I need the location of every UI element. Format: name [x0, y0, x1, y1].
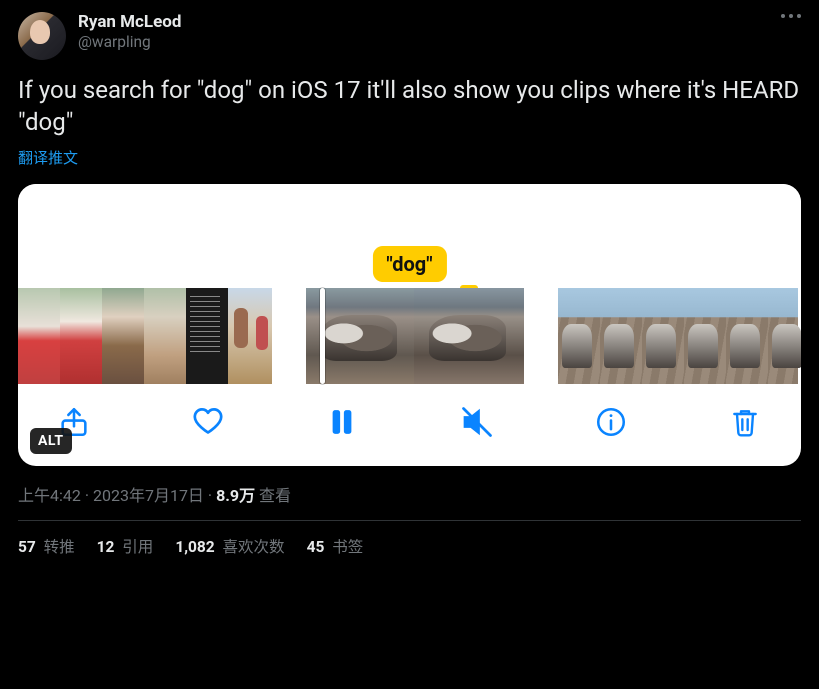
stat-likes[interactable]: 1,082 喜欢次数: [175, 535, 284, 557]
more-icon[interactable]: [781, 14, 801, 18]
translate-link[interactable]: 翻译推文: [18, 147, 801, 168]
views-label: 查看: [255, 486, 291, 505]
alt-badge[interactable]: ALT: [30, 428, 72, 454]
avatar[interactable]: [18, 12, 66, 60]
meta-time[interactable]: 上午4:42: [18, 486, 81, 505]
stat-quotes[interactable]: 12 引用: [97, 535, 154, 557]
tweet-text: If you search for "dog" on iOS 17 it'll …: [18, 74, 801, 139]
stat-bookmarks[interactable]: 45 书签: [307, 535, 364, 557]
thumbnail[interactable]: [60, 288, 102, 384]
thumbnail[interactable]: [18, 288, 60, 384]
thumbnail[interactable]: [144, 288, 186, 384]
tweet: Ryan McLeod @warpling If you search for …: [0, 0, 819, 565]
tweet-meta: 上午4:42 · 2023年7月17日 · 8.9万 查看: [18, 482, 801, 506]
clip-gap: [272, 288, 306, 384]
tweet-stats: 57 转推 12 引用 1,082 喜欢次数 45 书签: [18, 535, 801, 557]
clip-group-3[interactable]: [558, 288, 798, 384]
stat-retweets[interactable]: 57 转推: [18, 535, 75, 557]
media-toolbar: [18, 384, 801, 466]
thumbnail[interactable]: [768, 288, 798, 384]
thumbnail[interactable]: [228, 288, 272, 384]
clip-gap: [524, 288, 558, 384]
clip-group-1[interactable]: [18, 288, 272, 384]
divider: [18, 520, 801, 521]
clip-group-2[interactable]: [306, 288, 524, 384]
views-count: 8.9万: [216, 486, 255, 505]
thumbnail[interactable]: [684, 288, 726, 384]
author-names[interactable]: Ryan McLeod @warpling: [78, 12, 181, 51]
info-icon[interactable]: [591, 402, 631, 442]
display-name: Ryan McLeod: [78, 12, 181, 32]
thumbnail[interactable]: [414, 288, 524, 384]
thumbnail[interactable]: [102, 288, 144, 384]
media-card-top: "dog": [18, 184, 801, 288]
clip-strip[interactable]: [18, 288, 801, 384]
mute-icon[interactable]: [457, 402, 497, 442]
tweet-header: Ryan McLeod @warpling: [18, 12, 801, 60]
playhead[interactable]: [320, 288, 325, 384]
thumbnail[interactable]: [558, 288, 600, 384]
thumbnail[interactable]: [600, 288, 642, 384]
thumbnail[interactable]: [642, 288, 684, 384]
meta-date[interactable]: 2023年7月17日: [93, 486, 204, 505]
search-chip: "dog": [372, 246, 446, 282]
handle: @warpling: [78, 33, 181, 51]
pause-icon[interactable]: [322, 402, 362, 442]
thumbnail[interactable]: [186, 288, 228, 384]
media-card[interactable]: "dog": [18, 184, 801, 466]
heart-icon[interactable]: [188, 402, 228, 442]
thumbnail[interactable]: [726, 288, 768, 384]
trash-icon[interactable]: [725, 402, 765, 442]
